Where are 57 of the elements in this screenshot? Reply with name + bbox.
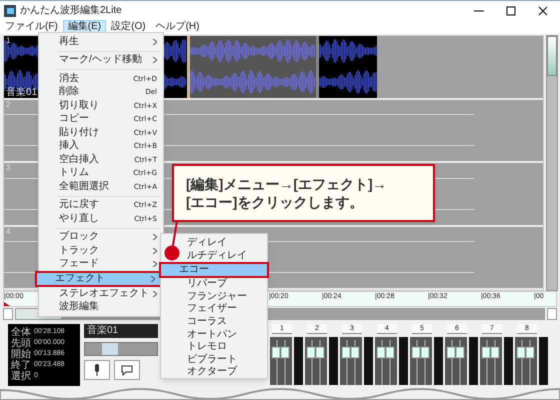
- fader-drawing: [513, 337, 549, 385]
- menu-item[interactable]: オクターブ: [163, 366, 265, 379]
- menu-item[interactable]: フェイザー: [163, 303, 265, 316]
- fader-drawing: [443, 337, 479, 385]
- close-icon[interactable]: [538, 6, 548, 16]
- track-number: 3: [6, 163, 10, 172]
- menu-bar-item[interactable]: ヘルプ(H): [150, 20, 204, 34]
- menu-item[interactable]: リバーブ: [163, 278, 265, 291]
- position-slider[interactable]: [84, 342, 158, 356]
- microphone-icon: [94, 364, 100, 376]
- info-label: 開始: [11, 349, 31, 360]
- menu-bar-item[interactable]: 設定(O): [106, 20, 151, 34]
- menu-item[interactable]: エコー: [159, 262, 269, 278]
- track-number: 2: [6, 100, 10, 108]
- playhead-icon: [4, 302, 10, 306]
- speech-button[interactable]: [114, 360, 140, 380]
- window-title: かんたん波形編集2Lite: [20, 4, 122, 18]
- menu-item[interactable]: ブロック: [39, 230, 163, 244]
- menu-item[interactable]: ビブラート: [163, 354, 265, 366]
- microphone-button[interactable]: [84, 360, 110, 380]
- info-label: 選択: [11, 371, 31, 382]
- menu-bar-item[interactable]: ファイル(F): [0, 20, 63, 34]
- slider-thumb[interactable]: [102, 343, 118, 355]
- speech-bubble-icon: [121, 364, 133, 376]
- scroll-left-button[interactable]: [3, 308, 13, 320]
- menu-item[interactable]: コーラス: [163, 316, 265, 329]
- menu-item[interactable]: ルチディレイ: [163, 250, 265, 262]
- menu-item[interactable]: 波形編集: [39, 300, 163, 314]
- waveform-drawing: [319, 37, 377, 66]
- track-number: 4: [6, 226, 10, 236]
- menu-item[interactable]: トレモロ: [163, 341, 265, 354]
- info-label: 終了: [11, 360, 31, 371]
- fader-drawing: [268, 337, 304, 385]
- menu-item[interactable]: フランジャー: [163, 290, 265, 304]
- menu-item[interactable]: マーク/ヘッド移動: [39, 54, 163, 67]
- track-name: 音楽01: [6, 86, 38, 98]
- waveform-drawing: [319, 68, 377, 96]
- app-icon: [4, 4, 16, 16]
- vertical-scrollbar[interactable]: [546, 35, 558, 291]
- fader-drawing: [338, 337, 374, 385]
- menu-item[interactable]: トラック: [39, 244, 163, 258]
- maximize-icon[interactable]: [506, 6, 516, 16]
- info-label: 先頭: [11, 338, 31, 349]
- menu-item[interactable]: ディレイ: [163, 237, 265, 250]
- menu-item[interactable]: 再生: [39, 35, 163, 48]
- info-label: 全体: [11, 327, 31, 338]
- track-number: 1: [6, 36, 10, 45]
- fader-drawing: [478, 337, 514, 385]
- fader-drawing: [373, 337, 409, 385]
- fader-drawing: [408, 337, 444, 385]
- fader-drawing: [303, 337, 339, 385]
- menu-item[interactable]: ステレオエフェクト: [39, 287, 163, 300]
- menu-item[interactable]: エフェクト: [35, 271, 163, 287]
- scroll-right-button[interactable]: [547, 308, 557, 320]
- callout-text: [編集]メニュー→[エフェクト]→ [エコー]をクリックします。: [186, 175, 387, 211]
- track-name-display: 音楽01: [84, 324, 158, 338]
- menu-item[interactable]: オートパン: [163, 328, 265, 342]
